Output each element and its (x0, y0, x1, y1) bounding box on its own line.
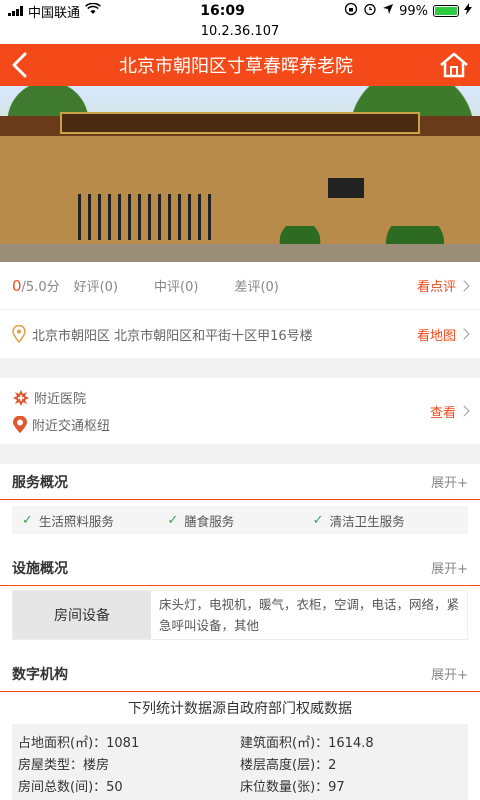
stats-row: 房间总数(间)：50 床位数量(张)：97 (18, 774, 462, 796)
view-reviews-link[interactable]: 看点评 (417, 276, 470, 295)
check-icon: ✓ (167, 512, 179, 528)
rating-row: 0/5.0分 好评(0) 中评(0) 差评(0) 看点评 (0, 262, 480, 310)
data-source-note: 下列统计数据源自政府部门权威数据 (128, 701, 352, 717)
nearby-transport: 附近交通枢纽 (12, 415, 110, 434)
url-bar: 10.2.36.107 (0, 22, 480, 44)
stat-cell: 建筑面积(㎡)：1614.8 (240, 735, 374, 751)
map-pin-icon (12, 325, 26, 343)
battery-icon (433, 5, 459, 17)
wifi-icon (85, 2, 101, 19)
facilities-title: 设施概况 (12, 560, 68, 577)
status-time: 16:09 (200, 3, 245, 19)
address-row: 北京市朝阳区 北京市朝阳区和平街十区甲16号楼 看地图 (0, 310, 480, 358)
chevron-right-icon (458, 405, 470, 417)
stat-cell: 床位数量(张)：97 (240, 779, 345, 795)
service-tags: ✓ 生活照料服务 ✓ 膳食服务 ✓ 清洁卫生服务 (12, 506, 468, 534)
chevron-right-icon (458, 279, 470, 292)
stat-cell: 楼层高度(层)：2 (240, 757, 337, 773)
lock-rotation-icon (344, 2, 358, 20)
facility-row: 房间设备 床头灯，电视机，暖气，衣柜，空调，电话，网络，紧急呼叫设备，其他 (12, 590, 468, 640)
address-text: 北京市朝阳区 北京市朝阳区和平街十区甲16号楼 (32, 328, 313, 344)
services-title: 服务概况 (12, 474, 68, 491)
check-icon: ✓ (22, 512, 33, 528)
nearby-row: 附近医院 附近交通枢纽 查看 (0, 378, 480, 444)
page-title: 北京市朝阳区寸草春晖养老院 (119, 56, 353, 77)
battery-percent: 99% (399, 3, 428, 19)
rating-score: 0/5.0分 (12, 277, 60, 295)
facilities-section-header: 设施概况 展开+ (0, 550, 480, 586)
stats-row: 占地面积(㎡)：1081 建筑面积(㎡)：1614.8 (18, 730, 462, 752)
digital-title: 数字机构 (12, 666, 68, 683)
check-icon: ✓ (312, 512, 324, 528)
transport-pin-icon (13, 415, 27, 433)
home-button[interactable] (438, 50, 470, 80)
back-button[interactable] (10, 50, 34, 80)
status-bar: 中国联通 16:09 99% (0, 0, 480, 22)
back-arrow-icon (12, 52, 27, 78)
view-map-link[interactable]: 看地图 (417, 325, 470, 344)
good-reviews-count: 好评(0) (73, 280, 119, 295)
facilities-expand-button[interactable]: 展开+ (431, 558, 468, 577)
facility-value: 床头灯，电视机，暖气，衣柜，空调，电话，网络，紧急呼叫设备，其他 (159, 597, 460, 633)
service-tag: ✓ 清洁卫生服务 (312, 512, 405, 529)
hospital-icon (13, 389, 29, 406)
facility-photo (0, 86, 480, 262)
section-gap (0, 444, 480, 464)
carrier-label: 中国联通 (28, 5, 81, 21)
home-icon (440, 52, 468, 78)
facility-label: 房间设备 (13, 591, 151, 639)
signal-icon (8, 6, 23, 16)
header: 北京市朝阳区寸草春晖养老院 (0, 44, 480, 86)
chevron-right-icon (458, 328, 470, 340)
stats-row: 房屋类型：楼房 楼层高度(层)：2 (18, 752, 462, 774)
service-tag: ✓ 膳食服务 (167, 512, 235, 529)
services-expand-button[interactable]: 展开+ (431, 472, 468, 491)
service-tag: ✓ 生活照料服务 (22, 512, 114, 529)
digital-section-header: 数字机构 展开+ (0, 656, 480, 692)
medium-reviews-count: 中评(0) (154, 280, 199, 295)
section-gap (0, 358, 480, 378)
charging-icon (464, 3, 472, 19)
nearby-hospital: 附近医院 (12, 388, 110, 407)
location-icon (382, 3, 394, 19)
alarm-icon (363, 2, 377, 20)
stat-cell: 占地面积(㎡)：1081 (18, 735, 140, 751)
bad-reviews-count: 差评(0) (234, 280, 279, 295)
stat-cell: 房屋类型：楼房 (18, 757, 110, 773)
stats-table: 占地面积(㎡)：1081 建筑面积(㎡)：1614.8 房屋类型：楼房 楼层高度… (12, 724, 468, 800)
services-section-header: 服务概况 展开+ (0, 464, 480, 500)
stat-cell: 房间总数(间)：50 (18, 779, 123, 795)
digital-expand-button[interactable]: 展开+ (431, 664, 468, 683)
view-nearby-link[interactable]: 查看 (430, 402, 470, 421)
